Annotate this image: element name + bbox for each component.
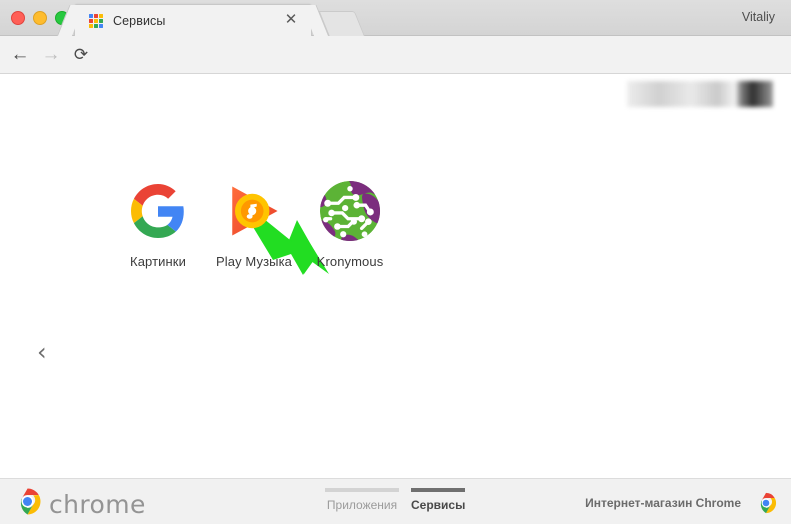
reload-button[interactable]: ⟳ — [70, 44, 92, 66]
footer-tab-servisy[interactable]: Сервисы — [411, 479, 465, 512]
window-titlebar: Сервисы ✕ Vitaliy — [0, 0, 791, 36]
back-button[interactable]: ← — [9, 44, 31, 66]
window-controls — [11, 11, 69, 25]
google-play-music-icon — [222, 179, 286, 243]
app-tile-kartinki[interactable]: Картинки — [110, 179, 206, 269]
footer-tab-label: Приложения — [325, 495, 399, 512]
footer-tab-prilozheniya[interactable]: Приложения — [325, 479, 399, 512]
app-label: Play Музыка — [216, 254, 292, 269]
tab-underline — [411, 488, 465, 492]
apps-grid: Картинки — [110, 179, 398, 269]
apps-footer: chrome Приложения Сервисы Интернет-магаз… — [0, 478, 791, 524]
browser-toolbar: ← → ⟳ Chrome chrome://apps ☆ — [0, 36, 791, 74]
previous-page-button[interactable]: ‹ — [37, 338, 47, 366]
kronymous-globe-icon — [318, 179, 382, 243]
app-tile-play-muzyka[interactable]: Play Музыка — [206, 179, 302, 269]
close-window-button[interactable] — [11, 11, 25, 25]
footer-tab-label: Сервисы — [411, 495, 465, 512]
chrome-logo-icon — [14, 488, 41, 520]
app-label: Kronymous — [317, 254, 384, 269]
app-label: Картинки — [130, 254, 186, 269]
app-tile-kronymous[interactable]: Kronymous — [302, 179, 398, 269]
google-g-icon — [126, 179, 190, 243]
tab-underline — [325, 488, 399, 492]
chrome-webstore-icon[interactable] — [755, 492, 777, 514]
redacted-region — [627, 81, 773, 107]
chrome-wordmark: chrome — [49, 490, 146, 519]
close-tab-button[interactable]: ✕ — [283, 12, 299, 28]
profile-name-label[interactable]: Vitaliy — [742, 10, 775, 24]
minimize-window-button[interactable] — [33, 11, 47, 25]
webstore-link[interactable]: Интернет-магазин Chrome — [585, 496, 741, 510]
forward-button[interactable]: → — [40, 44, 62, 66]
tab-title: Сервисы — [113, 14, 166, 28]
browser-tab-servisy[interactable]: Сервисы ✕ — [74, 4, 312, 36]
google-apps-grid-icon — [89, 14, 103, 28]
chrome-brand: chrome — [14, 488, 146, 520]
browser-window: Сервисы ✕ Vitaliy ← → ⟳ Chrome chrome://… — [0, 0, 791, 524]
apps-page: ‹ Картинки — [0, 74, 791, 478]
footer-tabs: Приложения Сервисы — [325, 479, 465, 512]
